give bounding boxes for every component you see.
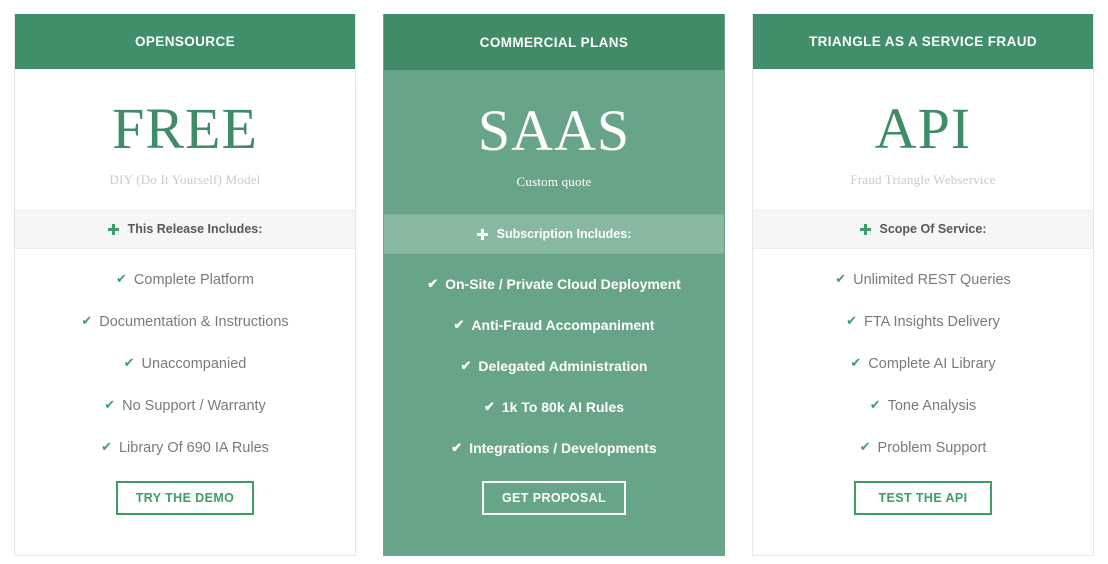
plan-price-subtitle: Fraud Triangle Webservice — [850, 171, 996, 187]
card-header-title: OPENSOURCE — [15, 14, 355, 70]
includes-band: Scope Of Service: — [753, 209, 1093, 249]
feature-label: Unaccompanied — [141, 356, 247, 372]
pricing-card-opensource: OPENSOURCE FREE DIY (Do It Yourself) Mod… — [14, 14, 356, 556]
feature-list: ✔ Complete Platform ✔ Documentation & Inst… — [15, 249, 355, 481]
plan-price: SAAS — [477, 98, 631, 164]
feature-list: ✔ On-Site / Private Cloud Deployment ✔ Ant… — [384, 254, 724, 481]
includes-label: Scope Of Service: — [879, 222, 987, 237]
feature-item: ✔ Complete AI Library — [753, 355, 1093, 372]
plan-price-subtitle: Custom quote — [516, 174, 592, 190]
feature-item: ✔ Integrations / Developments — [384, 440, 724, 456]
card-action: GET PROPOSAL — [384, 480, 724, 555]
check-icon: ✔ — [451, 439, 463, 455]
plan-price-subtitle: DIY (Do It Yourself) Model — [109, 171, 261, 187]
includes-label: This Release Includes: — [127, 222, 263, 237]
check-icon: ✔ — [104, 397, 116, 412]
plan-price: FREE — [112, 95, 258, 161]
cta-button-test-the-api[interactable]: TEST THE API — [854, 481, 992, 515]
feature-label: Integrations / Developments — [469, 439, 657, 456]
price-block: API Fraud Triangle Webservice — [753, 69, 1093, 210]
feature-label: Anti-Fraud Accompaniment — [471, 316, 655, 333]
feature-item: ✔ Delegated Administration — [384, 358, 724, 374]
plus-icon — [859, 223, 871, 235]
feature-label: Problem Support — [877, 440, 987, 456]
check-icon: ✔ — [81, 313, 93, 328]
feature-item: ✔ Anti-Fraud Accompaniment — [384, 317, 724, 333]
feature-list: ✔ Unlimited REST Queries ✔ FTA Insights De… — [753, 249, 1093, 481]
check-icon: ✔ — [859, 439, 871, 454]
check-icon: ✔ — [123, 355, 135, 370]
card-action: TRY THE DEMO — [15, 481, 355, 555]
pricing-card-api: TRIANGLE AS A SERVICE FRAUD API Fraud Tr… — [752, 14, 1094, 556]
feature-item: ✔ Problem Support — [753, 439, 1093, 456]
feature-item: ✔ Tone Analysis — [753, 397, 1093, 414]
feature-item: ✔ 1k To 80k AI Rules — [384, 399, 724, 415]
card-header-title: COMMERCIAL PLANS — [384, 14, 724, 71]
card-header-title: TRIANGLE AS A SERVICE FRAUD — [753, 14, 1093, 70]
check-icon: ✔ — [427, 275, 439, 291]
check-icon: ✔ — [483, 398, 495, 414]
cta-button-try-the-demo[interactable]: TRY THE DEMO — [115, 481, 255, 515]
plus-icon — [107, 223, 119, 235]
check-icon: ✔ — [835, 271, 847, 286]
includes-band: Subscription Includes: — [384, 214, 724, 254]
feature-label: Complete Platform — [133, 272, 254, 288]
feature-label: Unlimited REST Queries — [853, 272, 1011, 288]
feature-label: Library Of 690 IA Rules — [118, 440, 269, 456]
check-icon: ✔ — [101, 439, 112, 454]
feature-item: ✔ Complete Platform — [15, 271, 355, 288]
feature-item: ✔ Documentation & Instructions — [15, 313, 355, 330]
card-action: TEST THE API — [753, 481, 1093, 555]
check-icon: ✔ — [116, 271, 127, 286]
price-block: FREE DIY (Do It Yourself) Model — [15, 69, 355, 210]
feature-item: ✔ No Support / Warranty — [15, 397, 355, 414]
check-icon: ✔ — [846, 313, 857, 328]
feature-item: ✔ On-Site / Private Cloud Deployment — [384, 276, 724, 292]
check-icon: ✔ — [850, 355, 862, 370]
check-icon: ✔ — [460, 357, 472, 373]
includes-label: Subscription Includes: — [496, 227, 632, 242]
feature-label: Documentation & Instructions — [99, 314, 289, 330]
feature-item: ✔ Unaccompanied — [15, 355, 355, 372]
feature-label: On-Site / Private Cloud Deployment — [445, 275, 681, 292]
feature-label: Complete AI Library — [868, 356, 996, 372]
plus-icon — [476, 228, 488, 240]
feature-label: FTA Insights Delivery — [863, 314, 1000, 330]
feature-label: No Support / Warranty — [122, 398, 266, 414]
plan-price: API — [874, 95, 972, 161]
pricing-card-commercial: COMMERCIAL PLANS SAAS Custom quote Subsc… — [383, 14, 725, 556]
feature-item: ✔ Unlimited REST Queries — [753, 271, 1093, 288]
cta-button-get-proposal[interactable]: GET PROPOSAL — [481, 480, 627, 515]
feature-item: ✔ Library Of 690 IA Rules — [15, 439, 355, 456]
pricing-table: OPENSOURCE FREE DIY (Do It Yourself) Mod… — [0, 0, 1108, 564]
feature-label: Delegated Administration — [478, 357, 648, 374]
check-icon: ✔ — [869, 397, 881, 412]
feature-label: Tone Analysis — [887, 398, 977, 414]
price-block: SAAS Custom quote — [384, 70, 724, 214]
includes-band: This Release Includes: — [15, 209, 355, 249]
check-icon: ✔ — [453, 316, 465, 332]
feature-item: ✔ FTA Insights Delivery — [753, 313, 1093, 330]
feature-label: 1k To 80k AI Rules — [501, 398, 625, 415]
